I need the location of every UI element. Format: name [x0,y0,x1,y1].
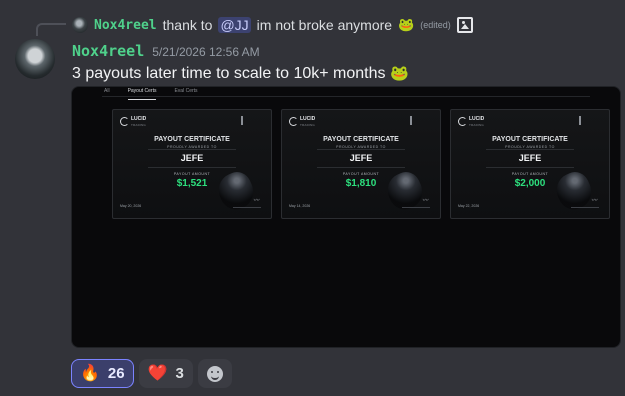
certificate-divider [148,167,236,168]
reply-username[interactable]: Nox4reel [94,18,157,33]
certificate-date: May 14, 2026 [289,204,311,208]
frog-emoji: 🐸 [398,17,415,32]
reply-text-after: im not broke anymore [256,17,393,33]
certificate-title: PAYOUT CERTIFICATE [492,136,568,143]
reaction-count: 3 [175,365,184,382]
certificate-title: PAYOUT CERTIFICATE [323,136,399,143]
message-header: Nox4reel 5/21/2026 12:56 AM [72,42,260,60]
add-reaction-button[interactable] [197,359,232,388]
certificate-recipient: JEFE [349,153,373,163]
reactions-bar: 🔥 26 ❤️ 3 [71,359,232,388]
message-text: 3 payouts later time to scale to 10k+ mo… [72,64,409,83]
lucid-logo-icon [289,117,298,126]
certificate-brand-sub: TRADING [469,123,484,127]
reaction-heart[interactable]: ❤️ 3 [138,359,193,388]
heart-icon: ❤️ [147,364,168,382]
lucid-logo-icon [458,117,467,126]
certificate-brand: LUCID [300,116,316,122]
certificate-brand: LUCID [469,116,485,122]
certificate-signature-line [402,207,430,208]
lucid-logo-icon [120,117,129,126]
certificate-recipient: JEFE [180,153,204,163]
certificate-brand: LUCID [131,116,147,122]
username[interactable]: Nox4reel [72,42,144,60]
certificate-date: May 20, 2026 [120,204,142,208]
payout-certificate: LUCID TRADING PAYOUT CERTIFICATE PROUDLY… [281,109,441,219]
certificate-stamp [410,116,434,125]
tabs-divider [102,96,590,97]
certificate-amount-label: PAYOUT AMOUNT [173,172,211,176]
image-icon [456,17,473,33]
message-body: 3 payouts later time to scale to 10k+ mo… [72,65,386,82]
fire-icon: 🔥 [80,364,100,382]
frog-emoji: 🐸 [389,65,409,82]
certificate-divider [486,167,574,168]
certificate-date: May 22, 2026 [458,204,480,208]
certificate-amount-label: PAYOUT AMOUNT [511,172,549,176]
certificate-brand-sub: TRADING [131,123,146,127]
certificate-signature: 〰 [421,197,428,204]
reply-spine [36,23,66,36]
certificate-grid: LUCID TRADING PAYOUT CERTIFICATE PROUDLY… [112,109,610,219]
certificate-divider [486,149,574,150]
payout-certificate: LUCID TRADING PAYOUT CERTIFICATE PROUDLY… [112,109,272,219]
certificate-brand-sub: TRADING [300,123,315,127]
certificate-divider [317,149,405,150]
certificate-signature-line [233,207,261,208]
edited-label: (edited) [420,20,451,30]
reply-avatar [72,17,88,33]
reply-text-before: thank to [162,17,213,33]
attached-image[interactable]: All Payout Certs Eval Certs LUCID TRADIN… [71,86,621,348]
certificate-recipient: JEFE [518,153,542,163]
certificate-stamp [241,116,265,125]
mention[interactable]: @JJ [218,17,251,33]
certificate-divider [148,149,236,150]
certificate-amount-label: PAYOUT AMOUNT [342,172,380,176]
certificate-divider [317,167,405,168]
certificate-title: PAYOUT CERTIFICATE [154,136,230,143]
smile-icon [206,365,223,382]
payout-certificate: LUCID TRADING PAYOUT CERTIFICATE PROUDLY… [450,109,610,219]
reply-preview[interactable]: Nox4reel thank to @JJ im not broke anymo… [72,14,473,36]
timestamp: 5/21/2026 12:56 AM [152,45,260,59]
reaction-count: 26 [107,365,125,382]
certificate-signature: 〰 [252,197,259,204]
avatar[interactable] [15,39,55,79]
certificate-signature-line [571,207,599,208]
certificate-stamp [579,116,603,125]
certificate-signature: 〰 [590,197,597,204]
reaction-fire[interactable]: 🔥 26 [71,359,134,388]
